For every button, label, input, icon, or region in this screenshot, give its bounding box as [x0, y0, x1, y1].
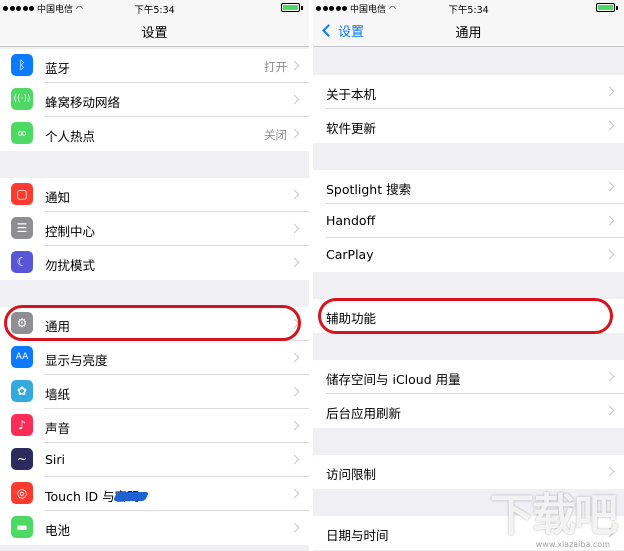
row-label: 控制中心	[45, 224, 96, 239]
chevron-right-icon	[289, 420, 300, 431]
chevron-right-icon	[604, 466, 615, 477]
settings-row-battery[interactable]: ▬ 电池	[0, 511, 309, 545]
watermark-logo: 下载吧	[490, 490, 618, 541]
row-label: 通知	[45, 190, 71, 205]
status-time: 下午5:34	[134, 5, 175, 16]
settings-row-siri[interactable]: ~ Siri	[0, 443, 309, 477]
chevron-right-icon	[289, 223, 300, 234]
settings-row-hotspot[interactable]: ∞ 个人热点 关闭	[0, 117, 309, 151]
highlight-accessibility	[318, 298, 613, 334]
chevron-right-icon	[604, 181, 615, 192]
row-value: 打开	[264, 60, 287, 74]
row-value: 关闭	[264, 128, 287, 142]
row-label: 蓝牙	[45, 61, 71, 76]
row-label: Spotlight 搜索	[326, 182, 412, 197]
row-label: 后台应用刷新	[326, 406, 402, 421]
battery-status-icon	[281, 3, 303, 12]
settings-row-sound[interactable]: ♪ 声音	[0, 409, 309, 443]
general-row[interactable]: Spotlight 搜索	[313, 170, 624, 204]
row-label: 储存空间与 iCloud 用量	[326, 372, 461, 387]
nav-bar: 设置 通用	[313, 15, 624, 47]
chevron-right-icon	[289, 454, 300, 465]
row-label: Handoff	[326, 213, 376, 228]
fingerprint-icon: ◎	[11, 482, 33, 504]
chevron-right-icon	[289, 386, 300, 397]
moon-icon: ☾	[11, 251, 33, 273]
chevron-right-icon	[289, 488, 300, 499]
settings-row-bluetooth[interactable]: ᛒ 蓝牙 打开	[0, 49, 309, 83]
page-title: 设置	[141, 26, 168, 41]
nav-bar: 设置	[0, 15, 309, 47]
chevron-right-icon	[604, 86, 615, 97]
row-label: Siri	[45, 452, 66, 467]
highlight-general	[4, 305, 301, 341]
settings-screen: 中国电信 ◠ 下午5:34 设置 ᛒ 蓝牙 打开 ((·)) 蜂窝移动网络 ∞ 个人热点 关闭…	[0, 0, 309, 551]
page-title: 通用	[455, 26, 482, 41]
row-label: 个人热点	[45, 129, 96, 144]
row-label: 蜂窝移动网络	[45, 95, 121, 110]
chevron-right-icon	[289, 94, 300, 105]
chevron-right-icon	[289, 352, 300, 363]
display-icon: AA	[11, 346, 33, 368]
row-label: 电池	[45, 523, 71, 538]
row-label: 关于本机	[326, 87, 377, 102]
watermark-url: www.xiazaiba.com	[535, 540, 610, 549]
chevron-right-icon	[604, 120, 615, 131]
notifications-icon: ▢	[11, 183, 33, 205]
row-label: 访问限制	[326, 467, 377, 482]
general-row[interactable]: Handoff	[313, 204, 624, 238]
chevron-right-icon	[289, 257, 300, 268]
chevron-right-icon	[289, 128, 300, 139]
row-label: 显示与亮度	[45, 353, 108, 368]
chevron-right-icon	[604, 405, 615, 416]
general-screen: 中国电信 ◠ 下午5:34 设置 通用 关于本机软件更新 Spotlight 搜索…	[313, 0, 624, 551]
general-row[interactable]: 储存空间与 iCloud 用量	[313, 360, 624, 394]
chevron-right-icon	[289, 189, 300, 200]
hotspot-icon: ∞	[11, 122, 33, 144]
row-label: CarPlay	[326, 247, 374, 262]
chevron-right-icon	[604, 371, 615, 382]
row-label: 勿扰模式	[45, 258, 96, 273]
cellular-icon: ((·))	[11, 88, 33, 110]
siri-icon: ~	[11, 448, 33, 470]
chevron-right-icon	[289, 522, 300, 533]
status-bar: 中国电信 ◠ 下午5:34	[313, 0, 624, 16]
settings-row-display[interactable]: AA 显示与亮度	[0, 341, 309, 375]
blue-streak	[112, 492, 150, 501]
chevron-right-icon	[289, 60, 300, 71]
row-label: 声音	[45, 421, 71, 436]
bluetooth-icon: ᛒ	[11, 54, 33, 76]
settings-row-notifications[interactable]: ▢ 通知	[0, 178, 309, 212]
settings-row-control-center[interactable]: ☰ 控制中心	[0, 212, 309, 246]
control-center-icon: ☰	[11, 217, 33, 239]
row-label: 软件更新	[326, 121, 377, 136]
settings-row-fingerprint[interactable]: ◎ Touch ID 与密码	[0, 477, 309, 511]
general-row[interactable]: CarPlay	[313, 238, 624, 272]
settings-row-wallpaper[interactable]: ✿ 墙纸	[0, 375, 309, 409]
status-time: 下午5:34	[448, 5, 489, 16]
settings-row-moon[interactable]: ☾ 勿扰模式	[0, 246, 309, 280]
general-row[interactable]: 后台应用刷新	[313, 394, 624, 428]
row-label: 墙纸	[45, 387, 71, 402]
sound-icon: ♪	[11, 414, 33, 436]
chevron-right-icon	[604, 215, 615, 226]
row-label: 日期与时间	[326, 528, 389, 543]
general-row[interactable]: 关于本机	[313, 75, 624, 109]
battery-icon: ▬	[11, 516, 33, 538]
chevron-right-icon	[604, 249, 615, 260]
general-row[interactable]: 软件更新	[313, 109, 624, 143]
battery-status-icon	[596, 3, 618, 12]
status-bar: 中国电信 ◠ 下午5:34	[0, 0, 309, 16]
settings-row-cellular[interactable]: ((·)) 蜂窝移动网络	[0, 83, 309, 117]
wallpaper-icon: ✿	[11, 380, 33, 402]
